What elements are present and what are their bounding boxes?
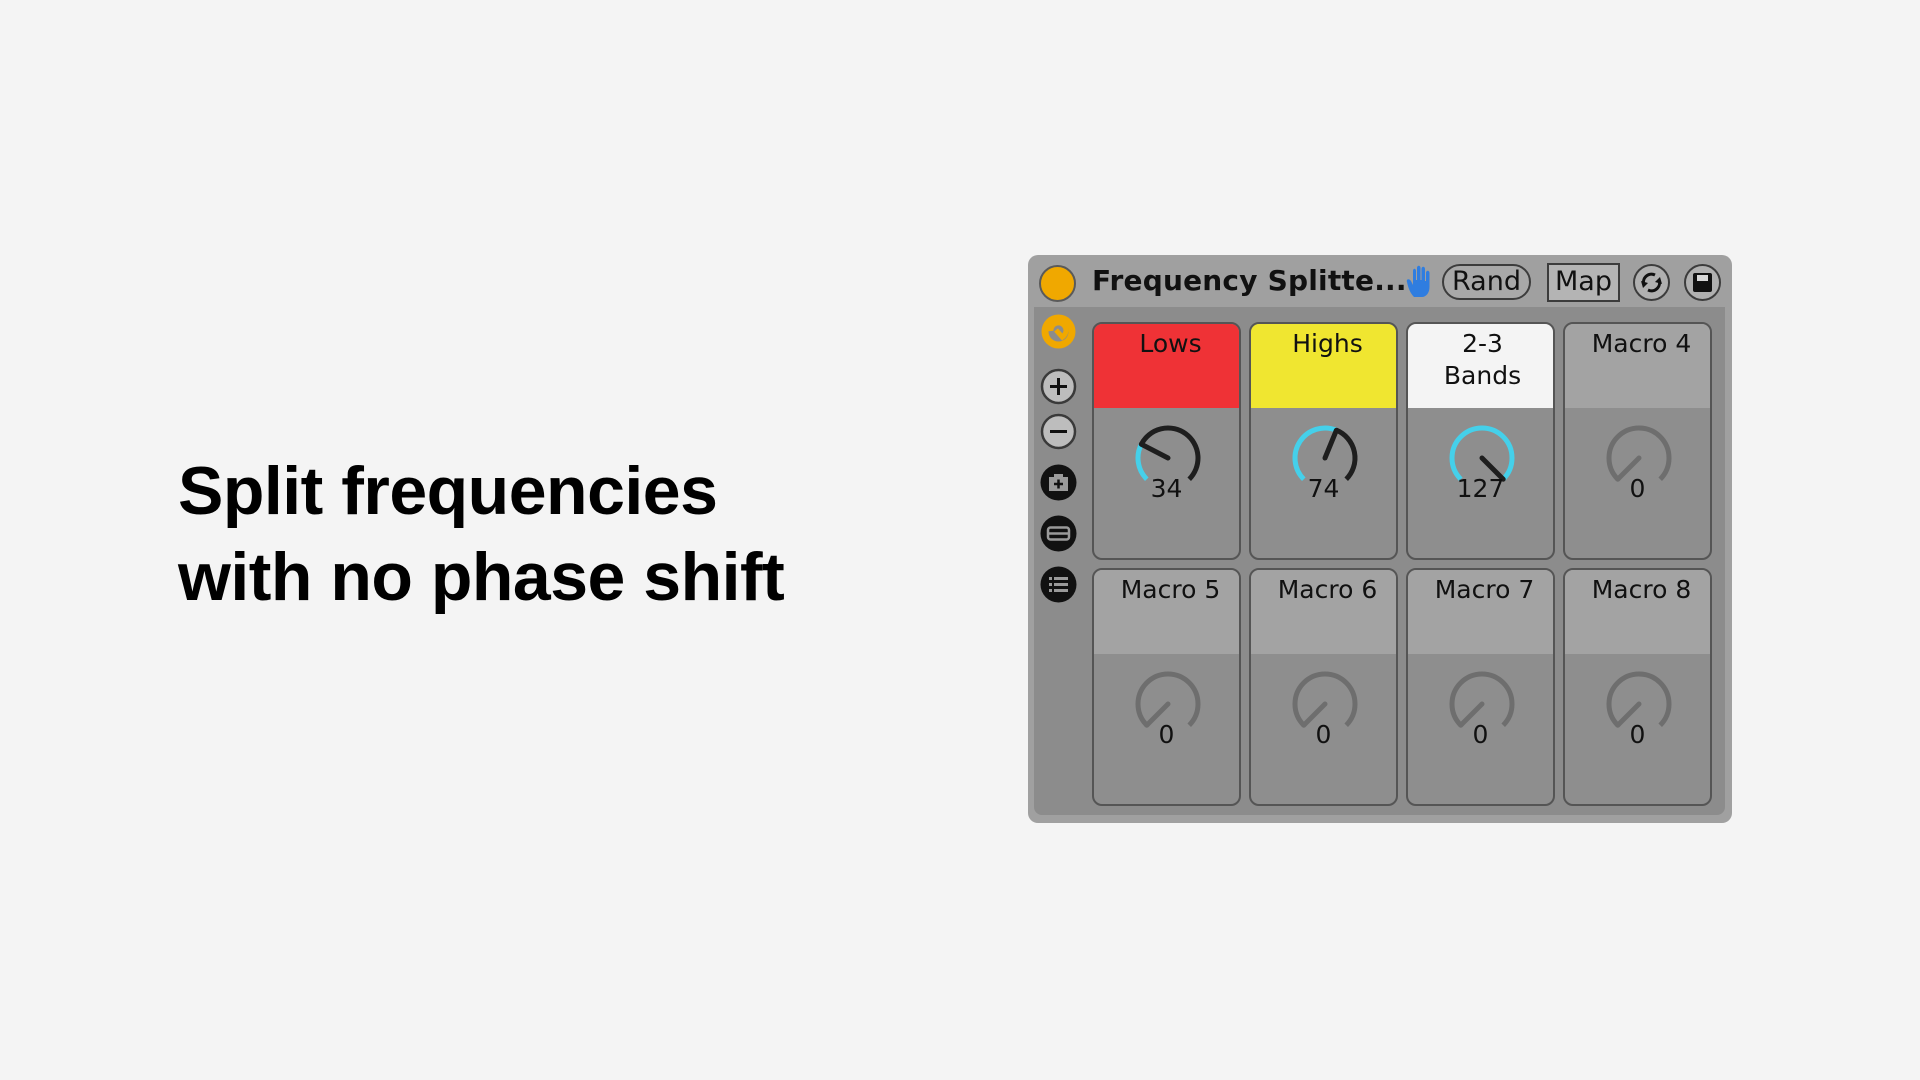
add-variation-button[interactable] xyxy=(1040,464,1077,501)
knob-pointer xyxy=(1322,427,1339,461)
show-chain-button[interactable] xyxy=(1040,515,1077,552)
macro-cell[interactable]: Macro 8 0 xyxy=(1563,568,1712,806)
macro-label[interactable]: Lows xyxy=(1094,324,1239,408)
knob-track-arc xyxy=(1449,671,1515,727)
macro-label[interactable]: Macro 8 xyxy=(1565,570,1710,654)
save-button[interactable] xyxy=(1684,264,1721,301)
macro-device-panel: Frequency Splitte... Rand Map Lows 34 Hi… xyxy=(1028,255,1732,823)
hot-swap-button[interactable] xyxy=(1040,313,1077,350)
macro-label-text: 2-3 Bands xyxy=(1443,329,1522,390)
power-toggle-icon[interactable] xyxy=(1039,265,1076,302)
save-icon xyxy=(1693,273,1712,292)
knob-value-arc xyxy=(1449,425,1515,481)
macro-value: 0 xyxy=(1629,474,1646,503)
macro-value: 0 xyxy=(1315,720,1332,749)
device-title[interactable]: Frequency Splitte... xyxy=(1092,264,1407,297)
knob-track-arc xyxy=(1335,427,1358,481)
macro-cell[interactable]: Macro 4 0 xyxy=(1563,322,1712,560)
hot-swap-icon xyxy=(1041,314,1076,349)
macro-value: 34 xyxy=(1150,474,1183,503)
macro-value: 0 xyxy=(1158,720,1175,749)
macro-value: 0 xyxy=(1629,720,1646,749)
knob-track-arc xyxy=(1606,671,1672,727)
knob-track-arc xyxy=(1135,671,1201,727)
knob-pointer xyxy=(1138,441,1171,461)
knob-track-arc xyxy=(1139,425,1201,481)
rand-button[interactable]: Rand xyxy=(1442,264,1531,300)
macro-knob[interactable]: 74 xyxy=(1251,408,1396,558)
macro-label[interactable]: Macro 7 xyxy=(1408,570,1553,654)
macro-knob[interactable]: 0 xyxy=(1408,654,1553,804)
macro-label-text: Macro 5 xyxy=(1120,575,1221,604)
macro-label[interactable]: Highs xyxy=(1251,324,1396,408)
headline: Split frequencies with no phase shift xyxy=(178,448,785,620)
macro-label-text: Macro 6 xyxy=(1277,575,1378,604)
macro-knob[interactable]: 0 xyxy=(1565,408,1710,558)
chain-list-button[interactable] xyxy=(1040,566,1077,603)
macro-cell[interactable]: 2-3 Bands 127 xyxy=(1406,322,1555,560)
macro-label-text: Macro 7 xyxy=(1434,575,1535,604)
macro-cell[interactable]: Macro 5 0 xyxy=(1092,568,1241,806)
remove-macro-icon xyxy=(1040,413,1077,450)
show-chain-icon xyxy=(1040,515,1077,552)
macro-label[interactable]: Macro 5 xyxy=(1094,570,1239,654)
refresh-icon xyxy=(1641,272,1662,293)
macro-label[interactable]: Macro 6 xyxy=(1251,570,1396,654)
add-variation-icon xyxy=(1040,464,1077,501)
macro-knob[interactable]: 127 xyxy=(1408,408,1553,558)
remove-macro-button[interactable] xyxy=(1040,413,1077,450)
add-macro-button[interactable] xyxy=(1040,368,1077,405)
hand-icon[interactable] xyxy=(1406,265,1436,299)
refresh-button[interactable] xyxy=(1633,264,1670,301)
headline-line-1: Split frequencies xyxy=(178,453,718,529)
macro-label-text: Lows xyxy=(1139,329,1202,358)
macro-value: 0 xyxy=(1472,720,1489,749)
macro-cell[interactable]: Lows 34 xyxy=(1092,322,1241,560)
knob-track-arc xyxy=(1606,425,1672,481)
add-macro-icon xyxy=(1040,368,1077,405)
chain-list-icon xyxy=(1040,566,1077,603)
device-title-bar: Frequency Splitte... Rand Map xyxy=(1028,255,1732,307)
macro-cell[interactable]: Highs 74 xyxy=(1249,322,1398,560)
macro-knob[interactable]: 0 xyxy=(1565,654,1710,804)
macro-cell[interactable]: Macro 6 0 xyxy=(1249,568,1398,806)
macro-value: 127 xyxy=(1456,474,1505,503)
knob-value-arc xyxy=(1292,425,1338,481)
macro-knob[interactable]: 0 xyxy=(1251,654,1396,804)
macro-knob[interactable]: 34 xyxy=(1094,408,1239,558)
map-button[interactable]: Map xyxy=(1547,263,1620,302)
macro-cell[interactable]: Macro 7 0 xyxy=(1406,568,1555,806)
macro-label-text: Macro 8 xyxy=(1591,575,1692,604)
headline-line-2: with no phase shift xyxy=(178,539,785,615)
macro-label-text: Highs xyxy=(1292,329,1363,358)
macro-label[interactable]: 2-3 Bands xyxy=(1408,324,1553,408)
knob-track-arc xyxy=(1292,671,1358,727)
macro-label-text: Macro 4 xyxy=(1591,329,1692,358)
macro-knob[interactable]: 0 xyxy=(1094,654,1239,804)
macro-label[interactable]: Macro 4 xyxy=(1565,324,1710,408)
macro-value: 74 xyxy=(1307,474,1340,503)
